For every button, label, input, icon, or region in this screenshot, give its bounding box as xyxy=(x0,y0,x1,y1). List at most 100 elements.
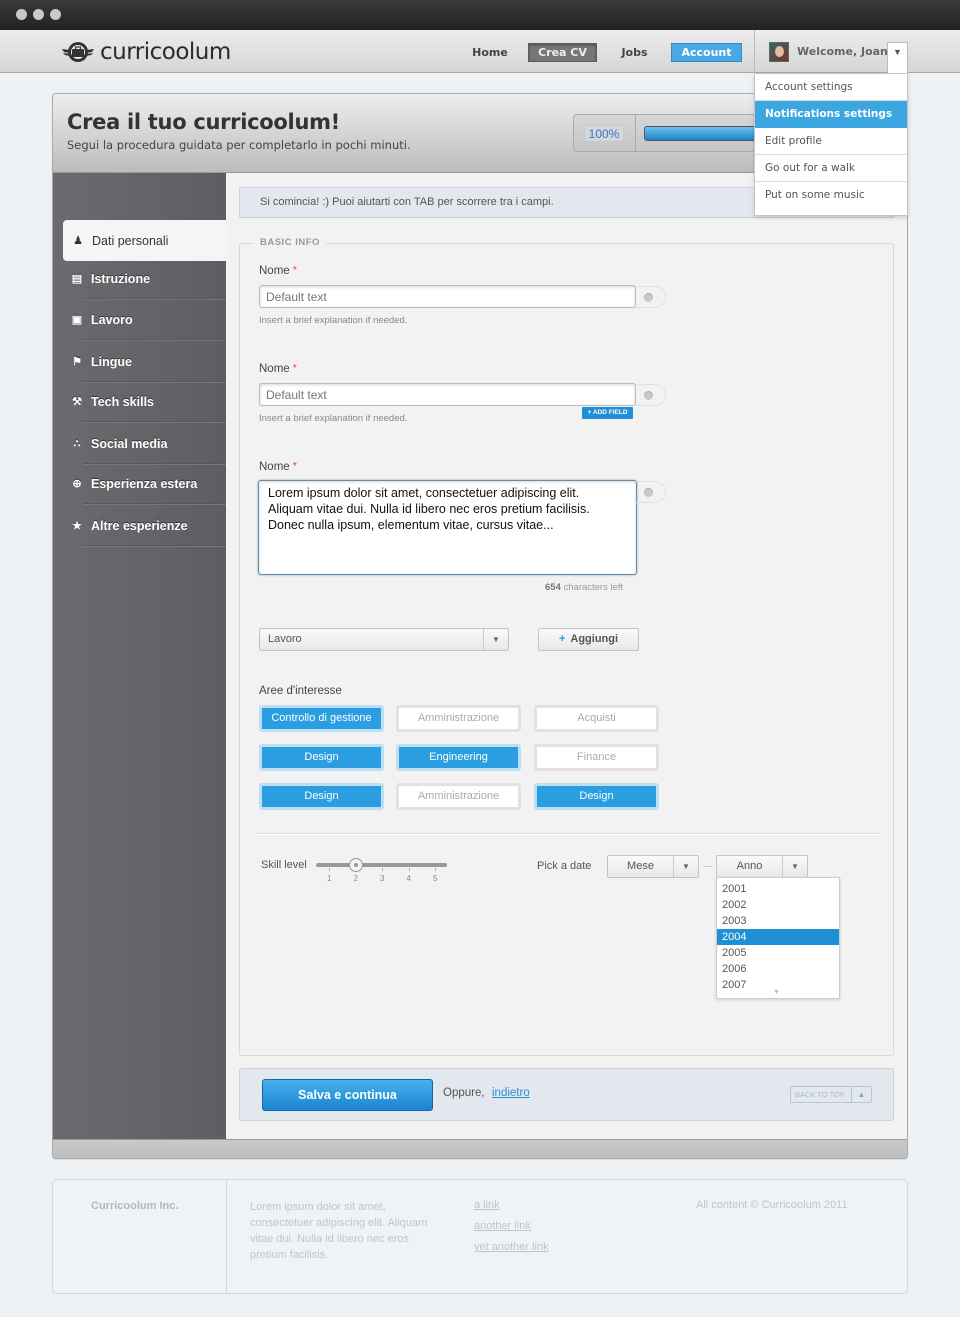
interest-tag[interactable]: Amministrazione xyxy=(396,783,521,810)
book-icon: ▤ xyxy=(71,273,83,285)
sidebar-item-label: Istruzione xyxy=(91,271,151,286)
brand-name: curricoolum xyxy=(100,39,231,65)
nav-jobs[interactable]: Jobs xyxy=(617,43,652,62)
footer-divider xyxy=(226,1180,227,1293)
save-and-continue-button[interactable]: Salva e continua xyxy=(262,1079,433,1111)
nome-input-2[interactable] xyxy=(259,383,636,406)
interest-tag[interactable]: Finance xyxy=(534,744,659,771)
footer-company: Curricoolum Inc. xyxy=(91,1200,179,1212)
footer-description: Lorem ipsum dolor sit amet, consectetuer… xyxy=(250,1201,428,1261)
sidebar-item-dati-personali[interactable]: ♟ Dati personali xyxy=(63,220,226,261)
nome-input-1[interactable] xyxy=(259,285,636,308)
back-link[interactable]: indietro xyxy=(492,1087,530,1099)
progress-indicator: 100% xyxy=(573,114,784,152)
year-option[interactable]: 2001 xyxy=(717,881,839,897)
footer-link-3[interactable]: yet another link xyxy=(474,1241,549,1253)
menu-item-notifications-settings[interactable]: Notifications settings xyxy=(755,101,907,128)
menu-item-edit-profile[interactable]: Edit profile xyxy=(755,128,907,155)
field-label-text: Nome xyxy=(259,265,290,277)
slider-tick-label: 5 xyxy=(433,874,438,883)
year-option[interactable]: 2006 xyxy=(717,961,839,977)
category-select[interactable]: Lavoro ▼ xyxy=(259,628,509,651)
aggiungi-button[interactable]: + Aggiungi xyxy=(538,628,639,651)
year-select[interactable]: Anno ▼ xyxy=(716,855,808,878)
interests-label: Aree d'interesse xyxy=(259,685,342,697)
slider-track[interactable] xyxy=(316,863,447,867)
page-title: Crea il tuo curricoolum! xyxy=(67,110,340,134)
window-close-button[interactable] xyxy=(16,9,27,20)
slider-tick-mark xyxy=(382,868,383,871)
field-status-indicator xyxy=(636,384,666,406)
page-subtitle: Segui la procedura guidata per completar… xyxy=(67,138,411,152)
interest-tag[interactable]: Acquisti xyxy=(534,705,659,732)
month-select[interactable]: Mese ▼ xyxy=(607,855,699,878)
nome-textarea[interactable]: Lorem ipsum dolor sit amet, consectetuer… xyxy=(258,480,637,575)
slider-tick-label: 4 xyxy=(406,874,411,883)
interest-tag[interactable]: Design xyxy=(259,744,384,771)
field1-label: Nome * xyxy=(259,265,297,277)
slider-handle[interactable] xyxy=(348,858,363,872)
form-actions-bar: Salva e continua Oppure, indietro BACK T… xyxy=(239,1068,894,1121)
menu-item-account-settings[interactable]: Account settings xyxy=(755,74,907,101)
month-select-value: Mese xyxy=(627,860,654,872)
form-area: Si comincia! :) Puoi aiutarti con TAB pe… xyxy=(226,173,907,1139)
sidebar-item-altre-esperienze[interactable]: ★ Altre esperienze xyxy=(53,505,226,546)
skill-level-label: Skill level xyxy=(261,859,307,871)
tools-icon: ⚒ xyxy=(72,396,82,408)
sidebar-item-esperienza-estera[interactable]: ⊕ Esperienza estera xyxy=(53,463,226,504)
required-marker: * xyxy=(292,363,297,374)
scroll-down-icon[interactable]: ▼ xyxy=(773,989,780,996)
sidebar-item-label: Esperienza estera xyxy=(91,476,198,491)
basic-info-fieldset: BASIC INFO Nome * Insert a brief explana… xyxy=(239,237,894,1056)
sidebar-item-tech-skills[interactable]: ⚒ Tech skills xyxy=(53,381,226,422)
user-dropdown-menu: Account settings Notifications settings … xyxy=(754,73,908,216)
site-footer: Curricoolum Inc. Lorem ipsum dolor sit a… xyxy=(52,1179,908,1294)
sidebar-item-label: Social media xyxy=(91,436,168,451)
user-menu-toggle[interactable]: Welcome, Joanne ▼ xyxy=(754,30,908,74)
menu-item-put-on-some-music[interactable]: Put on some music xyxy=(755,182,907,209)
section-divider xyxy=(255,833,880,834)
back-to-top-label: BACK TO TOP xyxy=(795,1090,845,1099)
top-navbar: curricoolum Home Crea CV Jobs Account We… xyxy=(0,30,960,74)
field-label-text: Nome xyxy=(259,461,290,473)
footer-link-2[interactable]: another link xyxy=(474,1220,531,1232)
or-text: Oppure, xyxy=(443,1087,485,1099)
sidebar-item-lingue[interactable]: ⚑ Lingue xyxy=(53,341,226,382)
window-maximize-button[interactable] xyxy=(50,9,61,20)
date-separator xyxy=(703,866,712,867)
sidebar-item-lavoro[interactable]: ▣ Lavoro xyxy=(53,299,226,340)
aggiungi-label: Aggiungi xyxy=(570,633,619,645)
chars-left-value: 654 xyxy=(545,582,561,593)
year-option[interactable]: 2003 xyxy=(717,913,839,929)
nav-account[interactable]: Account xyxy=(671,43,742,62)
interest-tag[interactable]: Design xyxy=(534,783,659,810)
sidebar-item-social-media[interactable]: ∴ Social media xyxy=(53,423,226,464)
chevron-down-icon[interactable]: ▼ xyxy=(887,42,908,74)
interest-tag[interactable]: Engineering xyxy=(396,744,521,771)
logo[interactable]: curricoolum xyxy=(60,39,231,65)
flag-icon: ⚑ xyxy=(72,356,82,368)
field-label-text: Nome xyxy=(259,363,290,375)
window-minimize-button[interactable] xyxy=(33,9,44,20)
interest-tag[interactable]: Design xyxy=(259,783,384,810)
slider-tick-mark xyxy=(329,868,330,871)
year-options-list[interactable]: 2001 2002 2003 2004 2005 2006 2007 ▼ xyxy=(716,877,840,999)
nav-home[interactable]: Home xyxy=(470,43,510,62)
year-select-value: Anno xyxy=(736,860,763,872)
year-option[interactable]: 2005 xyxy=(717,945,839,961)
add-field-button[interactable]: + ADD FIELD xyxy=(582,407,633,419)
interest-tag[interactable]: Controllo di gestione xyxy=(259,705,384,732)
year-option[interactable]: 2004 xyxy=(717,929,839,945)
cv-wizard-card: Crea il tuo curricoolum! Segui la proced… xyxy=(52,93,908,1159)
year-option[interactable]: 2002 xyxy=(717,897,839,913)
footer-link-1[interactable]: a link xyxy=(474,1199,500,1211)
sidebar-item-label: Tech skills xyxy=(91,394,154,409)
field-status-indicator xyxy=(636,481,666,503)
back-to-top-button[interactable]: BACK TO TOP ▲ xyxy=(790,1086,872,1103)
avatar xyxy=(769,42,789,62)
sidebar-item-istruzione[interactable]: ▤ Istruzione xyxy=(53,258,226,299)
menu-item-go-out-for-a-walk[interactable]: Go out for a walk xyxy=(755,155,907,182)
nav-crea-cv[interactable]: Crea CV xyxy=(528,43,597,62)
interest-tag[interactable]: Amministrazione xyxy=(396,705,521,732)
window-titlebar xyxy=(0,0,960,30)
